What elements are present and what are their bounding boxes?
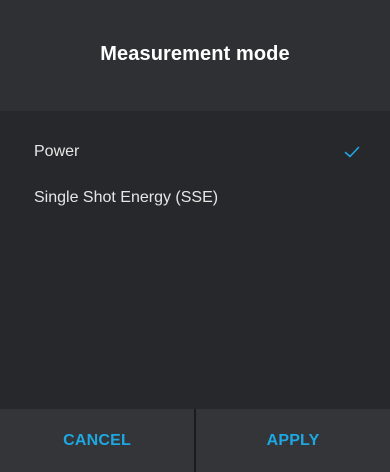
dialog-title: Measurement mode <box>100 43 290 65</box>
dialog-header: Measurement mode <box>0 0 390 111</box>
cancel-button-label: CANCEL <box>63 431 131 449</box>
option-label-power: Power <box>34 143 80 160</box>
option-power[interactable]: Power <box>0 131 390 173</box>
option-label-sse: Single Shot Energy (SSE) <box>34 189 219 206</box>
measurement-mode-dialog: Measurement mode Power Single Shot Energ… <box>0 0 390 472</box>
option-sse[interactable]: Single Shot Energy (SSE) <box>0 177 390 219</box>
checkmark-icon <box>342 142 362 162</box>
option-list: Power Single Shot Energy (SSE) <box>0 111 390 409</box>
apply-button-label: APPLY <box>266 431 320 449</box>
cancel-button[interactable]: CANCEL <box>0 409 196 472</box>
dialog-actions: CANCEL APPLY <box>0 409 390 472</box>
apply-button[interactable]: APPLY <box>196 409 390 472</box>
